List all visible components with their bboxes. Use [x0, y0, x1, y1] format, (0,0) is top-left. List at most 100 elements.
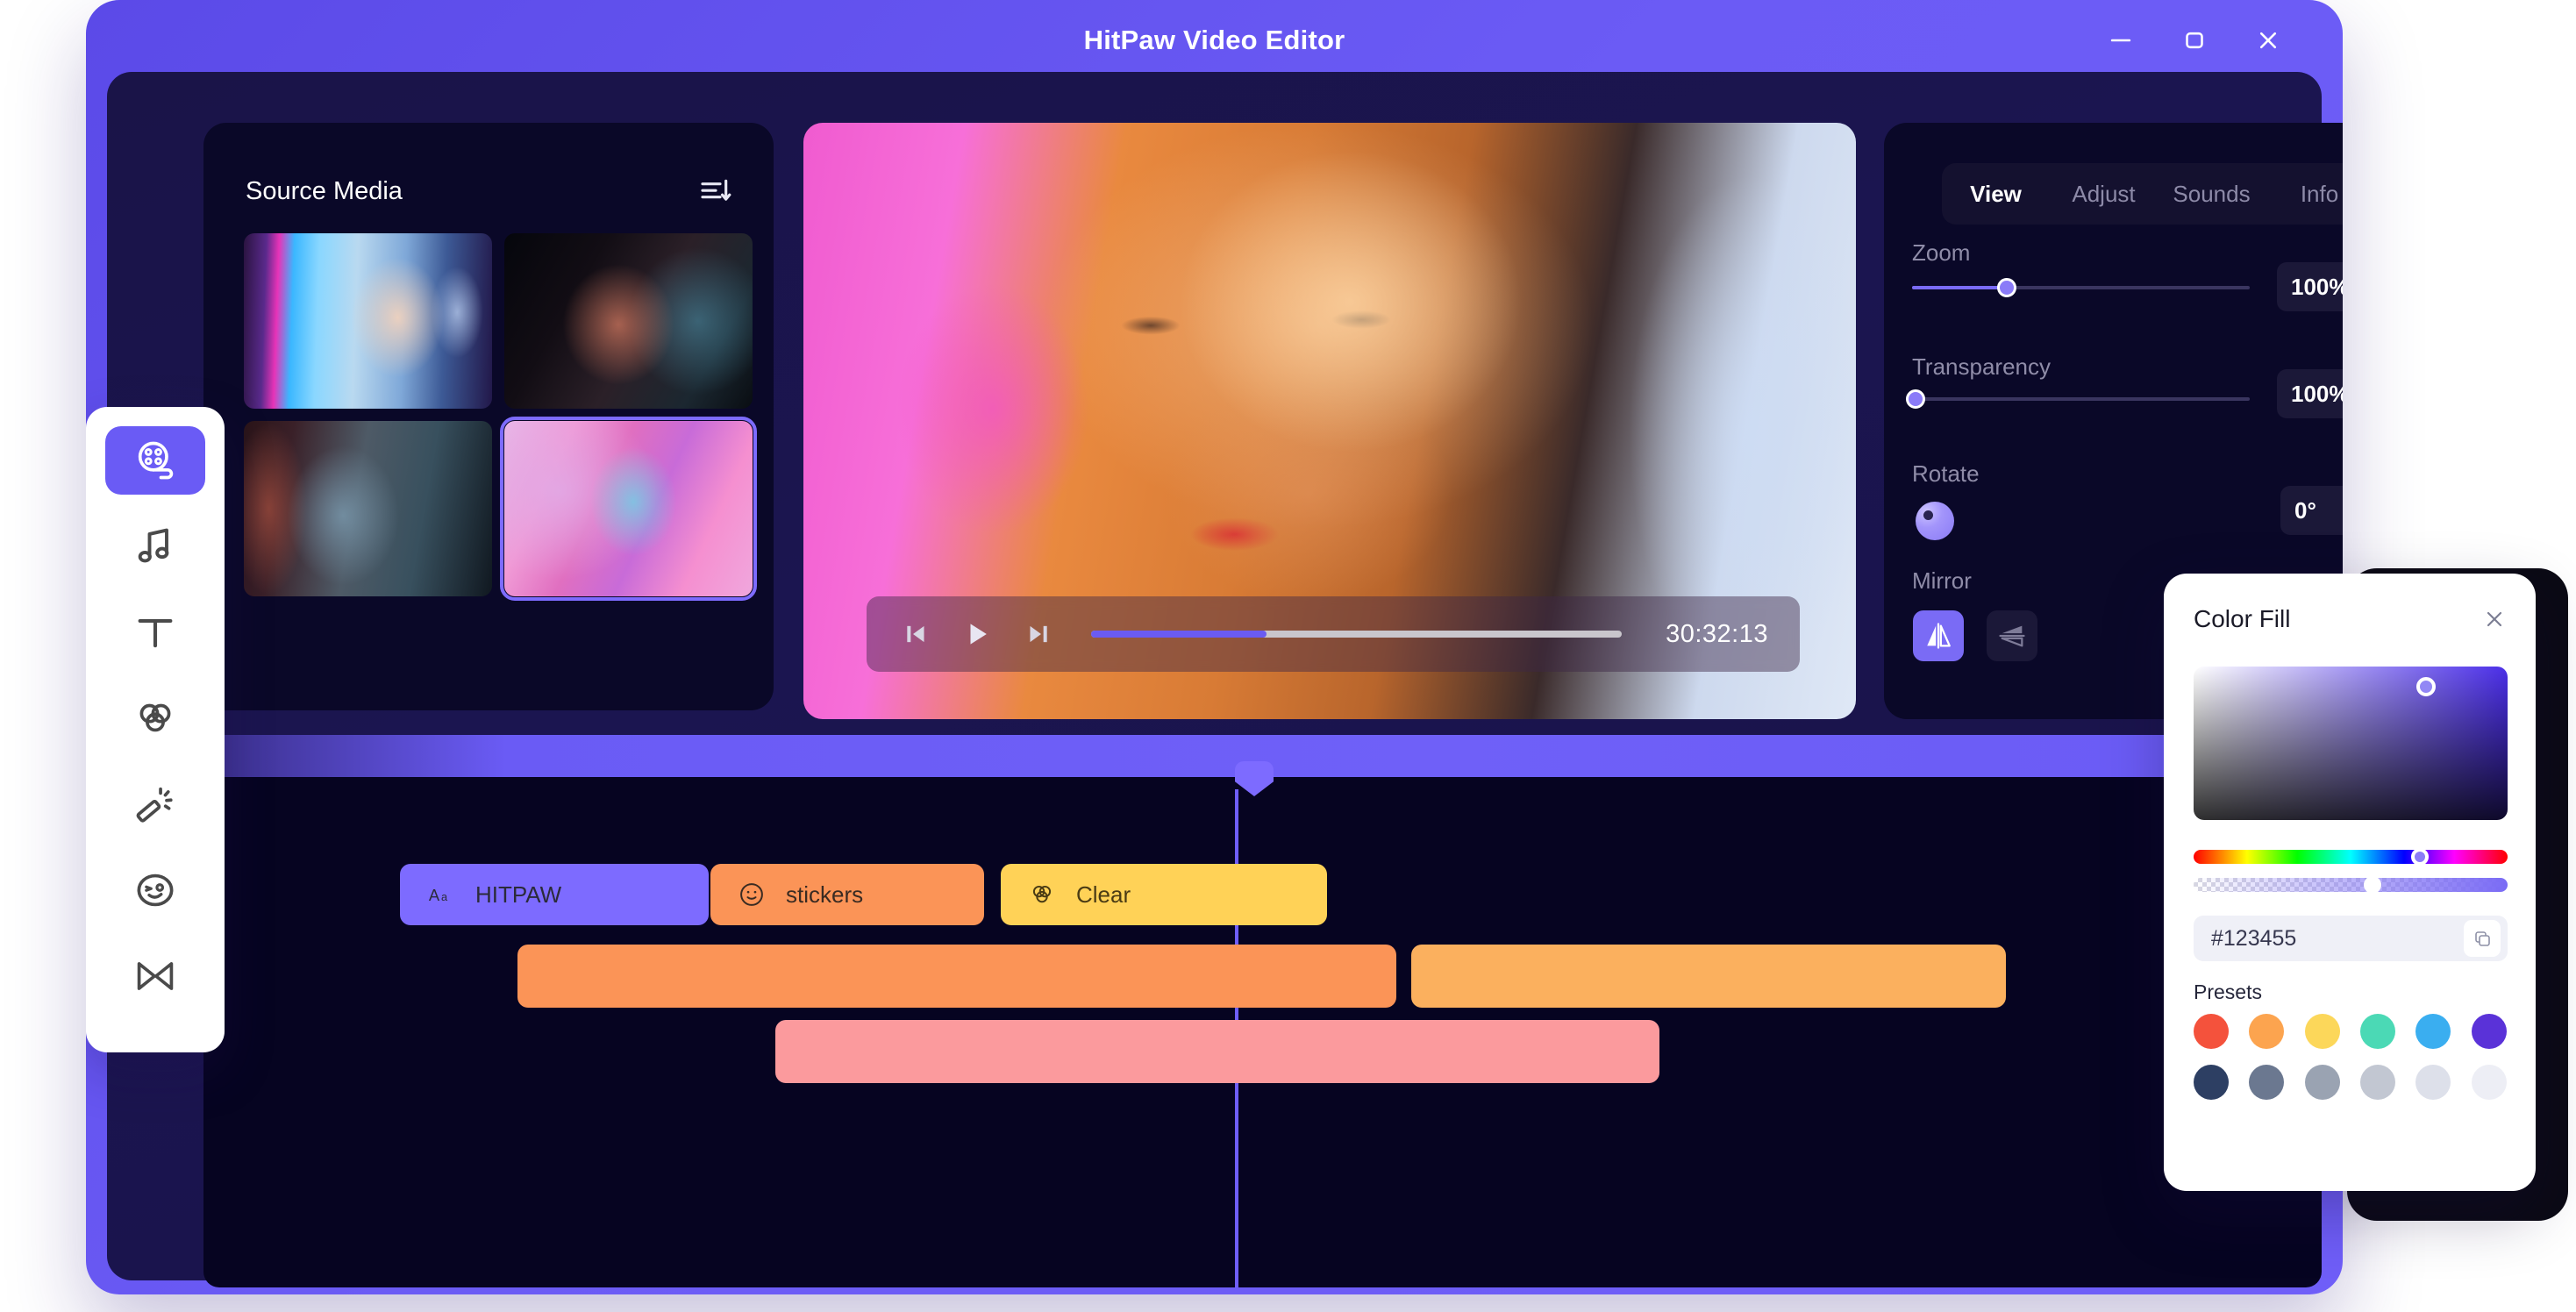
timeline-clip-hitpaw[interactable]: Aa HITPAW — [400, 864, 709, 925]
hue-slider-knob[interactable] — [2410, 848, 2429, 866]
media-thumbnail[interactable] — [504, 233, 753, 409]
color-fill-close-button[interactable] — [2480, 604, 2509, 634]
transparency-label: Transparency — [1912, 353, 2051, 380]
transparency-value: 100% — [2291, 380, 2343, 407]
media-thumbnail-grid — [244, 233, 757, 601]
preset-swatch[interactable] — [2249, 1065, 2285, 1100]
media-icon — [138, 441, 174, 480]
preset-swatch[interactable] — [2471, 1014, 2507, 1049]
rotate-value: 0° — [2294, 496, 2316, 524]
prev-frame-button[interactable] — [898, 615, 937, 653]
filters-icon — [139, 703, 171, 732]
mirror-vertical-button[interactable] — [1987, 610, 2037, 661]
close-icon — [2259, 32, 2277, 49]
transparency-slider[interactable] — [1905, 389, 2250, 409]
preset-swatch[interactable] — [2304, 1065, 2340, 1100]
transparency-value-box[interactable]: 100% — [2277, 369, 2343, 418]
step-backward-icon — [907, 625, 924, 643]
media-thumbnail[interactable] — [244, 233, 492, 409]
thumbnail-image — [504, 421, 753, 596]
sort-descending-icon[interactable] — [698, 174, 733, 209]
maximize-button[interactable] — [2178, 24, 2211, 57]
minimize-icon — [2110, 39, 2131, 42]
preset-swatch[interactable] — [2249, 1014, 2285, 1049]
play-icon — [970, 624, 987, 645]
hex-input-row[interactable]: #123455 — [2194, 916, 2508, 961]
progress-fill — [1091, 631, 1267, 638]
tab-info[interactable]: Info — [2266, 181, 2343, 208]
rotate-dial[interactable] — [1916, 502, 1954, 540]
tool-filters[interactable] — [105, 684, 205, 752]
svg-text:a: a — [441, 890, 448, 903]
tool-transitions[interactable] — [105, 942, 205, 1010]
saturation-value-knob[interactable] — [2416, 677, 2436, 696]
timeline-clip-stickers[interactable]: stickers — [710, 864, 984, 925]
tab-sounds[interactable]: Sounds — [2158, 181, 2266, 208]
presets-grid — [2194, 1014, 2508, 1100]
timeline-clip[interactable] — [1411, 945, 2006, 1008]
transparency-slider-track — [1905, 389, 2250, 409]
tool-stickers[interactable] — [105, 856, 205, 924]
preset-swatch[interactable] — [2359, 1065, 2395, 1100]
alpha-slider[interactable] — [2194, 876, 2508, 894]
timecode-display: 30:32:13 — [1666, 619, 1768, 648]
playback-progress-bar[interactable] — [1091, 631, 1623, 638]
text-icon — [138, 618, 173, 648]
zoom-value-box[interactable]: 100% — [2277, 262, 2343, 311]
flip-vertical-icon — [1999, 625, 2025, 647]
source-media-title: Source Media — [246, 176, 403, 205]
media-thumbnail[interactable] — [244, 421, 492, 596]
timeline-clip-clear[interactable]: Clear — [1001, 864, 1327, 925]
minimize-button[interactable] — [2104, 24, 2137, 57]
preset-swatch[interactable] — [2415, 1014, 2451, 1049]
zoom-slider[interactable] — [1912, 278, 2250, 297]
preset-swatch[interactable] — [2359, 1014, 2395, 1049]
zoom-slider-knob[interactable] — [1996, 278, 2016, 297]
next-frame-button[interactable] — [1017, 615, 1056, 653]
preset-swatch[interactable] — [2194, 1065, 2229, 1100]
mirror-label: Mirror — [1912, 567, 1972, 594]
tool-text[interactable] — [105, 598, 205, 667]
hue-slider[interactable] — [2194, 848, 2508, 866]
timeline-clip-label: Clear — [1076, 881, 1131, 908]
play-button[interactable] — [958, 615, 996, 653]
thumbnail-image — [244, 421, 492, 596]
hex-value[interactable]: #123455 — [2211, 926, 2296, 952]
rotate-label: Rotate — [1912, 460, 1980, 487]
tab-view[interactable]: View — [1942, 181, 2050, 208]
saturation-value-area[interactable] — [2194, 667, 2508, 820]
timeline-ruler-band[interactable] — [107, 735, 2322, 777]
thumbnail-image — [244, 233, 492, 409]
copy-hex-button[interactable] — [2464, 920, 2501, 957]
preset-swatch[interactable] — [2304, 1014, 2340, 1049]
preset-swatch[interactable] — [2415, 1065, 2451, 1100]
source-media-header: Source Media — [246, 167, 733, 216]
tool-music[interactable] — [105, 512, 205, 581]
timeline-clip[interactable] — [517, 945, 1396, 1008]
color-fill-title: Color Fill — [2194, 605, 2291, 632]
close-icon — [2487, 611, 2502, 627]
app-title: HitPaw Video Editor — [1083, 25, 1345, 55]
timeline-clip[interactable] — [775, 1020, 1659, 1083]
zoom-slider-fill — [1912, 286, 2007, 289]
music-icon — [138, 528, 169, 563]
zoom-value: 100% — [2291, 273, 2343, 300]
transparency-slider-knob[interactable] — [1905, 389, 1925, 409]
alpha-slider-knob[interactable] — [2364, 876, 2382, 894]
svg-text:A: A — [429, 886, 440, 904]
close-button[interactable] — [2251, 24, 2285, 57]
tool-media[interactable] — [105, 426, 205, 495]
maximize-icon — [2186, 32, 2203, 49]
rotate-value-box[interactable]: 0° — [2280, 486, 2343, 535]
tool-effects[interactable] — [105, 770, 205, 838]
tab-adjust[interactable]: Adjust — [2050, 181, 2158, 208]
flip-horizontal-icon — [1927, 623, 1951, 649]
preset-swatch[interactable] — [2471, 1065, 2507, 1100]
preset-swatch[interactable] — [2194, 1014, 2229, 1049]
title-bar: HitPaw Video Editor — [86, 0, 2343, 81]
tool-rail — [86, 407, 225, 1052]
window-controls — [2104, 0, 2285, 81]
media-thumbnail-selected[interactable] — [500, 417, 757, 601]
color-fill-header: Color Fill — [2194, 596, 2509, 642]
mirror-horizontal-button[interactable] — [1913, 610, 1964, 661]
